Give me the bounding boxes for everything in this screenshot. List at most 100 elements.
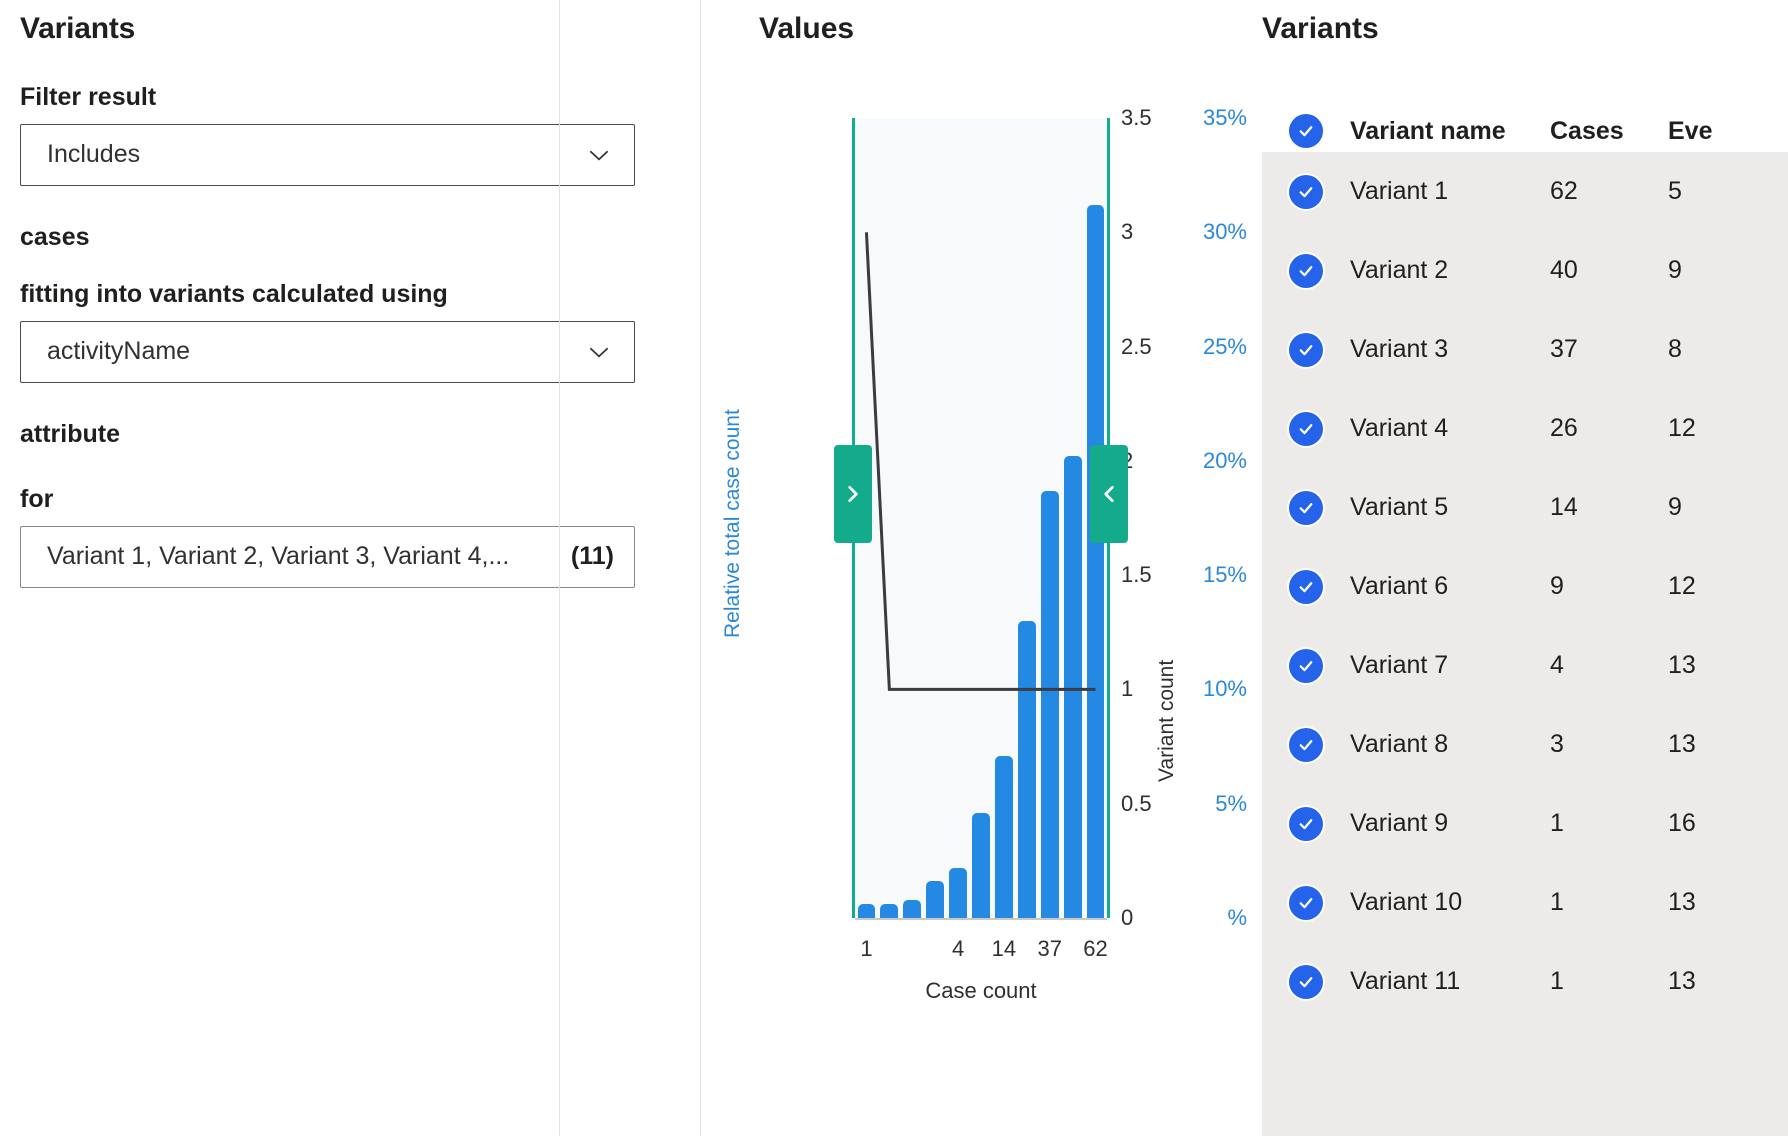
- chevron-down-icon: [586, 142, 612, 168]
- bar[interactable]: [972, 813, 990, 918]
- y-axis-left-tick: 15%: [1149, 562, 1247, 588]
- table-row[interactable]: Variant 6912: [1262, 547, 1788, 626]
- table-row[interactable]: Variant 10113: [1262, 863, 1788, 942]
- cases-label: cases: [20, 224, 680, 252]
- row-checkbox[interactable]: [1262, 412, 1350, 446]
- checkmark-icon: [1289, 412, 1323, 446]
- bar[interactable]: [1087, 205, 1105, 918]
- y-axis-right-tick: 3: [1121, 219, 1133, 245]
- variants-selection-field[interactable]: Variant 1, Variant 2, Variant 3, Variant…: [20, 526, 635, 588]
- cell-events: 13: [1668, 888, 1788, 917]
- cell-cases: 40: [1550, 256, 1668, 285]
- cell-variant-name: Variant 3: [1350, 335, 1550, 364]
- checkmark-icon: [1289, 333, 1323, 367]
- cell-events: 8: [1668, 335, 1788, 364]
- table-row[interactable]: Variant 1625: [1262, 152, 1788, 231]
- cell-variant-name: Variant 5: [1350, 493, 1550, 522]
- table-row[interactable]: Variant 42612: [1262, 389, 1788, 468]
- variants-table-title: Variants: [1262, 12, 1379, 46]
- row-checkbox[interactable]: [1262, 728, 1350, 762]
- cell-cases: 4: [1550, 651, 1668, 680]
- x-axis-tick: 14: [992, 936, 1016, 962]
- for-label: for: [20, 486, 680, 514]
- cell-events: 13: [1668, 651, 1788, 680]
- checkmark-icon: [1289, 807, 1323, 841]
- bar[interactable]: [858, 904, 876, 918]
- row-checkbox[interactable]: [1262, 649, 1350, 683]
- checkmark-icon: [1289, 886, 1323, 920]
- checkmark-icon: [1289, 965, 1323, 999]
- y-axis-left-tick: 30%: [1149, 219, 1247, 245]
- x-axis-title: Case count: [855, 978, 1107, 1004]
- y-axis-left-tick: 20%: [1149, 448, 1247, 474]
- table-row[interactable]: Variant 8313: [1262, 705, 1788, 784]
- cell-events: 16: [1668, 809, 1788, 838]
- row-checkbox[interactable]: [1262, 807, 1350, 841]
- y-axis-left-title: Relative total case count: [721, 409, 745, 638]
- values-chart: %5%10%15%20%25%30%35% 00.511.522.533.5 R…: [747, 100, 1247, 1100]
- variants-selection-count: (11): [571, 542, 614, 571]
- page-title: Variants: [20, 0, 680, 46]
- x-axis-tick: 1: [860, 936, 872, 962]
- cell-cases: 9: [1550, 572, 1668, 601]
- y-axis-right-title: Variant count: [1155, 660, 1179, 782]
- row-checkbox[interactable]: [1262, 175, 1350, 209]
- bar[interactable]: [880, 904, 898, 918]
- cell-events: 12: [1668, 572, 1788, 601]
- x-axis-tick: 62: [1083, 936, 1107, 962]
- range-handle-left[interactable]: [834, 445, 872, 543]
- cell-variant-name: Variant 6: [1350, 572, 1550, 601]
- cell-events: 9: [1668, 493, 1788, 522]
- variants-selection-value: Variant 1, Variant 2, Variant 3, Variant…: [47, 542, 509, 571]
- cell-variant-name: Variant 11: [1350, 967, 1550, 996]
- table-row[interactable]: Variant 3378: [1262, 310, 1788, 389]
- row-checkbox[interactable]: [1262, 965, 1350, 999]
- table-body: Variant 1625Variant 2409Variant 3378Vari…: [1262, 152, 1788, 1136]
- row-checkbox[interactable]: [1262, 254, 1350, 288]
- x-axis-tick: 4: [952, 936, 964, 962]
- fitting-into-variants-label: fitting into variants calculated using: [20, 281, 680, 309]
- column-header-variant-name[interactable]: Variant name: [1350, 117, 1550, 146]
- attribute-dropdown[interactable]: activityName: [20, 321, 635, 383]
- cell-variant-name: Variant 2: [1350, 256, 1550, 285]
- cell-cases: 14: [1550, 493, 1668, 522]
- bar[interactable]: [1041, 491, 1059, 918]
- bar[interactable]: [926, 881, 944, 918]
- bar[interactable]: [1064, 456, 1082, 918]
- cell-cases: 1: [1550, 888, 1668, 917]
- row-checkbox[interactable]: [1262, 570, 1350, 604]
- row-checkbox[interactable]: [1262, 886, 1350, 920]
- checkmark-icon: [1289, 570, 1323, 604]
- table-row[interactable]: Variant 5149: [1262, 468, 1788, 547]
- bar-series: [855, 118, 1107, 918]
- y-axis-left-tick: %: [1149, 905, 1247, 931]
- column-header-cases[interactable]: Cases: [1550, 117, 1668, 146]
- table-row[interactable]: Variant 7413: [1262, 626, 1788, 705]
- x-axis-tick: 37: [1037, 936, 1061, 962]
- y-axis-right-tick: 3.5: [1121, 105, 1152, 131]
- cell-cases: 1: [1550, 967, 1668, 996]
- filter-result-dropdown[interactable]: Includes: [20, 124, 635, 186]
- values-panel: Values %5%10%15%20%25%30%35% 00.511.522.…: [701, 0, 1261, 1136]
- cell-events: 12: [1668, 414, 1788, 443]
- row-checkbox[interactable]: [1262, 491, 1350, 525]
- bar[interactable]: [995, 756, 1013, 918]
- cell-events: 13: [1668, 967, 1788, 996]
- bar[interactable]: [949, 868, 967, 918]
- table-row[interactable]: Variant 9116: [1262, 784, 1788, 863]
- bar[interactable]: [1018, 621, 1036, 918]
- row-checkbox[interactable]: [1262, 333, 1350, 367]
- filter-panel: Variants Filter result Includes cases fi…: [0, 0, 700, 1136]
- select-all-checkbox[interactable]: [1262, 114, 1350, 148]
- cell-cases: 3: [1550, 730, 1668, 759]
- checkmark-icon: [1289, 649, 1323, 683]
- bar[interactable]: [903, 900, 921, 918]
- table-row[interactable]: Variant 2409: [1262, 231, 1788, 310]
- range-handle-right[interactable]: [1090, 445, 1128, 543]
- cell-variant-name: Variant 7: [1350, 651, 1550, 680]
- cell-variant-name: Variant 10: [1350, 888, 1550, 917]
- filter-result-value: Includes: [21, 140, 140, 169]
- table-row[interactable]: Variant 11113: [1262, 942, 1788, 1021]
- cell-cases: 37: [1550, 335, 1668, 364]
- column-header-events[interactable]: Eve: [1668, 117, 1788, 146]
